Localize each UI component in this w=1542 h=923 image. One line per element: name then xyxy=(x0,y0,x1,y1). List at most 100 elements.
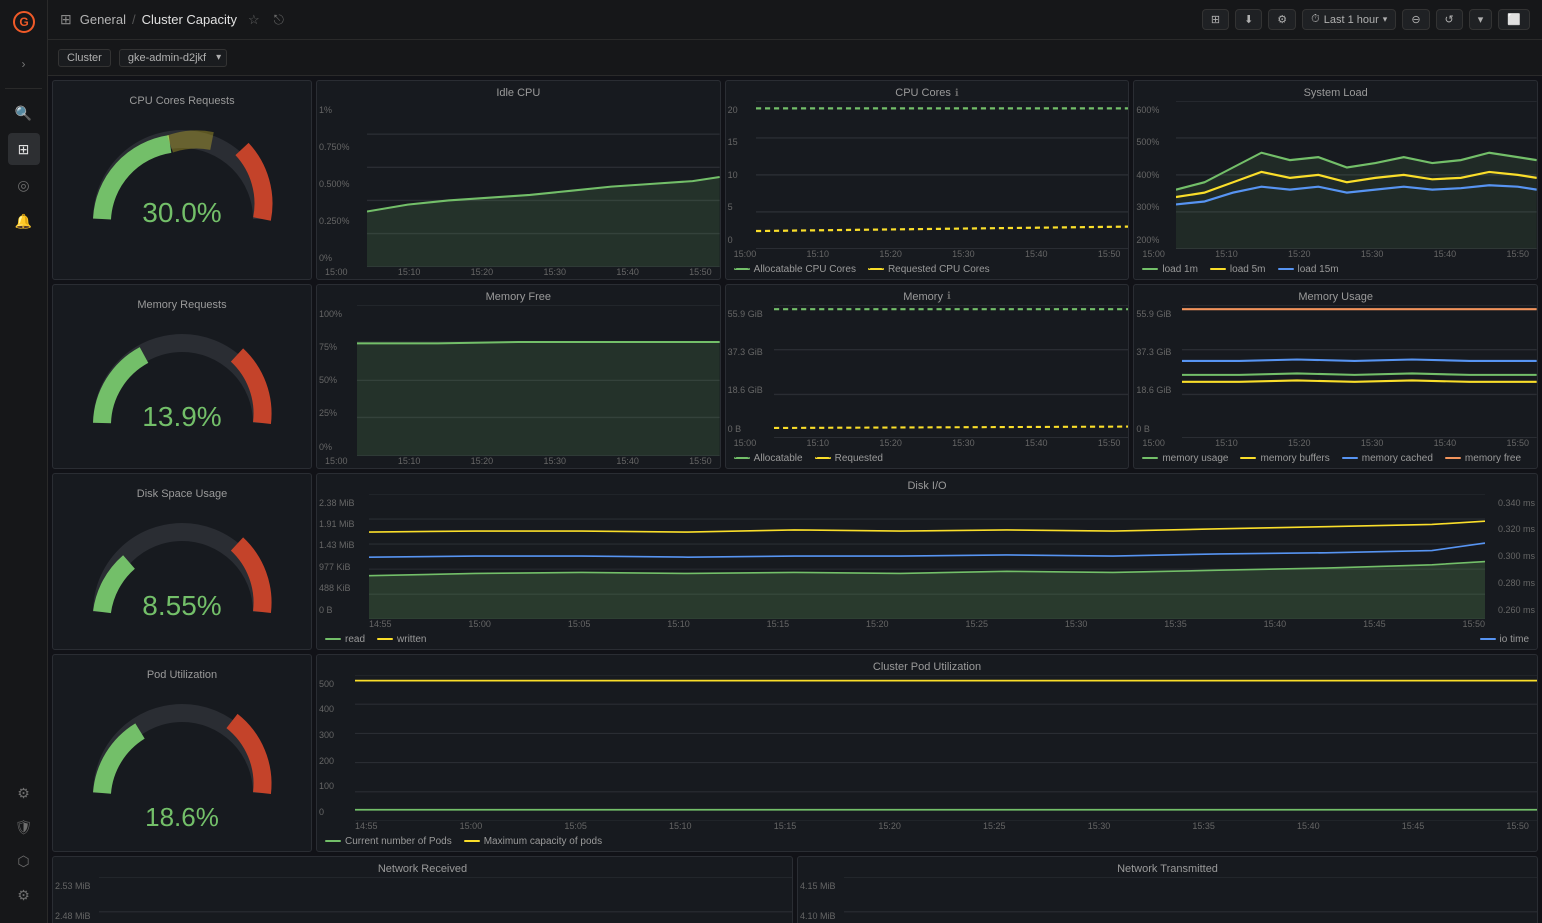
import-button[interactable]: ⬇ xyxy=(1235,9,1262,30)
panel-title-idle-cpu: Idle CPU xyxy=(317,81,720,101)
main-content: ⊞ General / Cluster Capacity ☆ ⎋ ⊞ ⬇ ⚙ ⏱… xyxy=(48,0,1542,923)
sidebar-item-alerting[interactable]: 🔔 xyxy=(8,205,40,237)
sidebar: G › 🔍 ⊞ ◎ 🔔 ⚙ 🛡 ⬡ ⚙ xyxy=(0,0,48,923)
chart-svg-system-load xyxy=(1176,101,1537,249)
breadcrumb-separator: / xyxy=(132,12,136,27)
filterbar: Cluster gke-admin-d2jkf xyxy=(48,40,1542,76)
gauge-disk: 8.55% xyxy=(82,502,282,632)
panel-cluster-pod-util: Cluster Pod Utilization 500 400 300 200 … xyxy=(316,654,1538,852)
y-label-idle-1: 1% xyxy=(319,105,350,115)
panel-view-button[interactable]: ⊞ xyxy=(1202,9,1229,30)
star-button[interactable]: ☆ xyxy=(245,9,263,31)
chart-area-disk-io: 2.38 MiB 1.91 MiB 1.43 MiB 977 KiB 488 K… xyxy=(317,494,1537,619)
x-axis-system-load: 15:00 15:10 15:20 15:30 15:40 15:50 xyxy=(1134,249,1537,261)
share-button[interactable]: ⎋ xyxy=(271,9,287,31)
y-label-idle-3: 0.500% xyxy=(319,179,350,189)
x-axis-idle-cpu: 15:00 15:10 15:20 15:30 15:40 15:50 xyxy=(317,267,720,279)
panel-memory: Memory ℹ 55.9 GiB 37.3 GiB 18.6 GiB 0 B xyxy=(725,284,1130,469)
cluster-dropdown[interactable]: gke-admin-d2jkf xyxy=(119,49,227,67)
legend-cluster-pod: Current number of Pods Maximum capacity … xyxy=(317,833,1537,851)
time-range-button[interactable]: ⏱ Last 1 hour ▾ xyxy=(1302,9,1396,30)
panel-title-cpu-cores-requests: CPU Cores Requests xyxy=(119,89,244,109)
sidebar-item-settings[interactable]: ⚙ xyxy=(8,777,40,809)
panel-network-received: Network Received 2.53 MiB 2.48 MiB 2.43 … xyxy=(52,856,793,923)
panel-title-cpu-cores: CPU Cores ℹ xyxy=(726,81,1129,101)
topbar-right: ⊞ ⬇ ⚙ ⏱ Last 1 hour ▾ ⊖ ↺ ▾ ⬜ xyxy=(1202,9,1530,30)
settings-button[interactable]: ⚙ xyxy=(1268,9,1296,30)
gauge-value-memory: 13.9% xyxy=(142,401,221,433)
chart-area-memory-free: 100% 75% 50% 25% 0% xyxy=(317,305,720,456)
sidebar-collapse[interactable]: › xyxy=(8,48,40,80)
panel-system-load: System Load 600% 500% 400% 300% 200% xyxy=(1133,80,1538,280)
chart-svg-cpu-cores xyxy=(756,101,1129,249)
sidebar-item-search[interactable]: 🔍 xyxy=(8,97,40,129)
chart-svg-cluster-pod xyxy=(355,675,1537,821)
chart-area-memory: 55.9 GiB 37.3 GiB 18.6 GiB 0 B xyxy=(726,305,1129,438)
x-axis-disk-io: 14:55 15:00 15:05 15:10 15:15 15:20 15:2… xyxy=(317,619,1537,631)
y-label-idle-5: 0% xyxy=(319,253,350,263)
row-5: Network Received 2.53 MiB 2.48 MiB 2.43 … xyxy=(52,856,1538,923)
panel-memory-requests: Memory Requests 13.9% xyxy=(52,284,312,469)
sidebar-item-shield[interactable]: 🛡 xyxy=(8,811,40,843)
panel-title-network-transmitted: Network Transmitted xyxy=(798,857,1537,877)
chart-area-system-load: 600% 500% 400% 300% 200% xyxy=(1134,101,1537,249)
app-logo[interactable]: G xyxy=(8,6,40,38)
legend-memory: Allocatable Requested xyxy=(726,450,1129,468)
chart-area-cluster-pod: 500 400 300 200 100 0 xyxy=(317,675,1537,821)
panel-title-network-received: Network Received xyxy=(53,857,792,877)
panel-title-memory-requests: Memory Requests xyxy=(127,293,236,313)
panel-title-disk-space: Disk Space Usage xyxy=(127,482,238,502)
x-axis-cluster-pod: 14:55 15:00 15:05 15:10 15:15 15:20 15:2… xyxy=(317,821,1537,833)
sidebar-item-plugin[interactable]: ⬡ xyxy=(8,845,40,877)
x-axis-memory-free: 15:00 15:10 15:20 15:30 15:40 15:50 xyxy=(317,456,720,468)
cpu-cores-info-icon[interactable]: ℹ xyxy=(955,88,959,99)
legend-cpu-cores: Allocatable CPU Cores Requested CPU Core… xyxy=(726,261,1129,279)
memory-info-icon[interactable]: ℹ xyxy=(947,291,951,302)
breadcrumb-current: Cluster Capacity xyxy=(142,12,237,27)
breadcrumb-parent[interactable]: General xyxy=(80,12,126,27)
panel-title-cluster-pod-util: Cluster Pod Utilization xyxy=(317,655,1537,675)
panel-idle-cpu: Idle CPU 1% 0.750% 0.500% 0.250% 0% xyxy=(316,80,721,280)
panel-title-memory: Memory ℹ xyxy=(726,285,1129,305)
refresh-interval-button[interactable]: ▾ xyxy=(1469,9,1493,30)
legend-memory-usage: memory usage memory buffers memory cache… xyxy=(1134,450,1537,468)
time-range-label: Last 1 hour xyxy=(1324,14,1379,26)
gauge-value-disk: 8.55% xyxy=(142,590,221,622)
breadcrumb: General / Cluster Capacity xyxy=(80,12,237,27)
gauge-cpu-cores: 30.0% xyxy=(82,109,282,239)
row-1: CPU Cores Requests 30.0% xyxy=(52,80,1538,280)
panel-memory-free: Memory Free 100% 75% 50% 25% 0% xyxy=(316,284,721,469)
panel-pod-utilization: Pod Utilization 18.6% xyxy=(52,654,312,852)
x-axis-memory: 15:00 15:10 15:20 15:30 15:40 15:50 xyxy=(726,438,1129,450)
refresh-button[interactable]: ↺ xyxy=(1436,9,1463,30)
y-label-idle-2: 0.750% xyxy=(319,142,350,152)
chart-svg-disk-io xyxy=(369,494,1485,619)
panel-disk-space-usage: Disk Space Usage 8.55% xyxy=(52,473,312,650)
row-2: Memory Requests 13.9% Memory Free 10 xyxy=(52,284,1538,469)
panel-disk-io: Disk I/O 2.38 MiB 1.91 MiB 1.43 MiB 977 … xyxy=(316,473,1538,650)
panel-title-system-load: System Load xyxy=(1134,81,1537,101)
panel-memory-usage: Memory Usage 55.9 GiB 37.3 GiB 18.6 GiB … xyxy=(1133,284,1538,469)
gauge-memory: 13.9% xyxy=(82,313,282,443)
y-label-idle-4: 0.250% xyxy=(319,216,350,226)
legend-allocatable-cpu: Allocatable CPU Cores xyxy=(734,264,856,275)
panel-network-transmitted: Network Transmitted 4.15 MiB 4.10 MiB 4.… xyxy=(797,856,1538,923)
panel-title-disk-io: Disk I/O xyxy=(317,474,1537,494)
panel-cpu-cores: CPU Cores ℹ 20 15 10 5 0 xyxy=(725,80,1130,280)
sidebar-item-dashboards[interactable]: ⊞ xyxy=(8,133,40,165)
dashboard-icon: ⊞ xyxy=(60,11,72,28)
tv-mode-button[interactable]: ⬜ xyxy=(1498,9,1530,30)
topbar: ⊞ General / Cluster Capacity ☆ ⎋ ⊞ ⬇ ⚙ ⏱… xyxy=(48,0,1542,40)
panel-title-memory-usage: Memory Usage xyxy=(1134,285,1537,305)
chart-area-network-recv: 2.53 MiB 2.48 MiB 2.43 MiB 2.38 MiB 2.34… xyxy=(53,877,792,923)
x-axis-memory-usage: 15:00 15:10 15:20 15:30 15:40 15:50 xyxy=(1134,438,1537,450)
x-axis-cpu-cores: 15:00 15:10 15:20 15:30 15:40 15:50 xyxy=(726,249,1129,261)
chart-svg-network-trans xyxy=(844,877,1537,923)
zoom-out-button[interactable]: ⊖ xyxy=(1402,9,1429,30)
sidebar-item-explore[interactable]: ◎ xyxy=(8,169,40,201)
chart-svg-memory-usage xyxy=(1182,305,1537,438)
gauge-pod: 18.6% xyxy=(82,683,282,843)
row-4: Pod Utilization 18.6% Cluster Pod Utiliz… xyxy=(52,654,1538,852)
chart-area-memory-usage: 55.9 GiB 37.3 GiB 18.6 GiB 0 B xyxy=(1134,305,1537,438)
sidebar-item-help[interactable]: ⚙ xyxy=(8,879,40,911)
